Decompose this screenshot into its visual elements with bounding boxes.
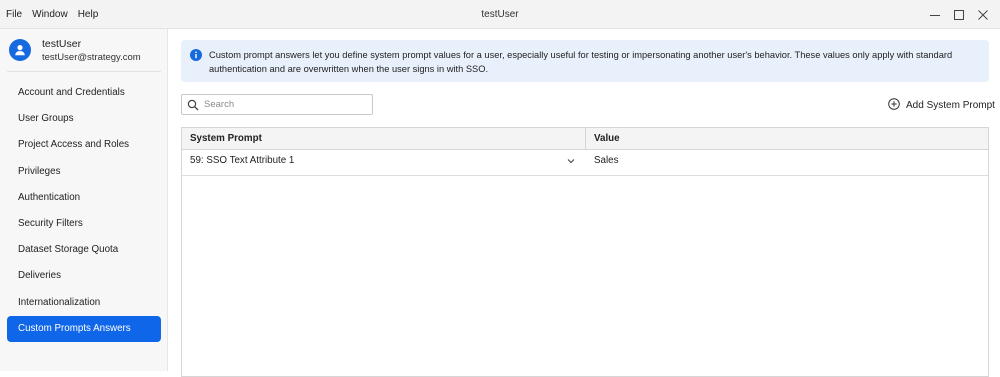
- sidebar-item-user-groups[interactable]: User Groups: [7, 106, 161, 132]
- search-box: [181, 94, 373, 115]
- info-text: Custom prompt answers let you define sys…: [209, 50, 953, 74]
- sidebar-item-authentication[interactable]: Authentication: [7, 185, 161, 211]
- window-controls: [926, 6, 992, 24]
- chevron-down-icon[interactable]: [566, 157, 576, 165]
- add-system-prompt-label: Add System Prompt: [906, 99, 995, 111]
- sidebar-item-account-and-credentials[interactable]: Account and Credentials: [7, 80, 161, 106]
- sidebar-item-dataset-storage-quota[interactable]: Dataset Storage Quota: [7, 237, 161, 263]
- info-banner: Custom prompt answers let you define sys…: [181, 40, 989, 82]
- column-divider: [585, 128, 586, 149]
- system-prompt-cell[interactable]: 59: SSO Text Attribute 1: [190, 149, 294, 175]
- table-row[interactable]: 59: SSO Text Attribute 1 Sales: [182, 149, 988, 176]
- sidebar-item-project-access-and-roles[interactable]: Project Access and Roles: [7, 132, 161, 158]
- table-header: System Prompt Value: [182, 128, 988, 150]
- info-icon: [190, 49, 202, 61]
- add-system-prompt-button[interactable]: Add System Prompt: [888, 97, 995, 113]
- sidebar-item-internationalization[interactable]: Internationalization: [7, 290, 161, 316]
- sidebar-item-privileges[interactable]: Privileges: [7, 159, 161, 185]
- sidebar-item-security-filters[interactable]: Security Filters: [7, 211, 161, 237]
- sidebar-item-deliveries[interactable]: Deliveries: [7, 263, 161, 289]
- main-panel: Custom prompt answers let you define sys…: [168, 29, 1000, 377]
- title-bar: File Window Help testUser: [0, 0, 1000, 29]
- column-header-value[interactable]: Value: [594, 128, 620, 149]
- add-circle-icon: [888, 97, 900, 113]
- window-title: testUser: [481, 9, 519, 20]
- search-input[interactable]: [204, 97, 368, 112]
- user-name: testUser: [42, 38, 82, 50]
- maximize-icon[interactable]: [950, 6, 968, 24]
- prompts-table: System Prompt Value 59: SSO Text Attribu…: [181, 127, 989, 377]
- divider: [7, 71, 161, 72]
- user-info: testUser testUser@strategy.com: [9, 37, 163, 71]
- close-icon[interactable]: [974, 6, 992, 24]
- column-header-system-prompt[interactable]: System Prompt: [190, 128, 262, 149]
- minimize-icon[interactable]: [926, 6, 944, 24]
- value-cell[interactable]: Sales: [594, 149, 619, 175]
- sidebar-item-custom-prompts-answers[interactable]: Custom Prompts Answers: [7, 315, 161, 342]
- user-avatar-icon: [9, 39, 31, 61]
- user-email: testUser@strategy.com: [42, 52, 141, 63]
- sidebar: testUser testUser@strategy.com Account a…: [0, 29, 168, 371]
- search-icon: [187, 99, 199, 111]
- sidebar-nav: Account and Credentials User Groups Proj…: [7, 80, 161, 342]
